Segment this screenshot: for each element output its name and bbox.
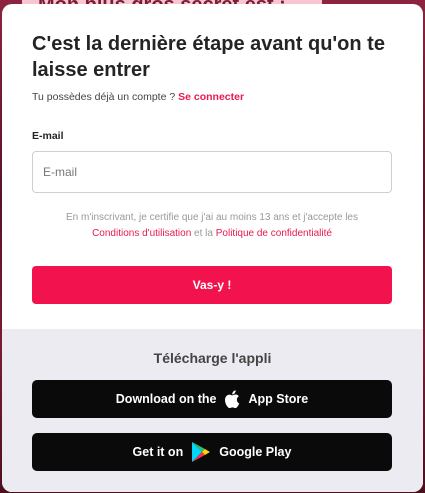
terms-link[interactable]: Conditions d'utilisation: [92, 228, 191, 239]
login-prompt-line: Tu possèdes déjà un compte ? Se connecte…: [32, 91, 244, 103]
google-play-prefix: Get it on: [132, 445, 184, 459]
app-store-name: App Store: [248, 392, 309, 406]
terms-text: En m'inscrivant, je certifie que j'ai au…: [32, 210, 392, 242]
app-store-prefix: Download on the: [115, 392, 217, 406]
submit-button[interactable]: Vas-y !: [32, 266, 392, 304]
signup-modal: C'est la dernière étape avant qu'on te l…: [2, 4, 423, 492]
google-play-icon: [191, 441, 211, 463]
app-download-section: Télécharge l'appli Download on the App S…: [2, 329, 423, 492]
terms-and: et la: [194, 228, 213, 239]
modal-title: C'est la dernière étape avant qu'on te l…: [32, 33, 385, 81]
app-store-button[interactable]: Download on the App Store: [32, 380, 392, 418]
terms-prefix: En m'inscrivant, je certifie que j'ai au…: [66, 212, 358, 223]
download-title: Télécharge l'appli: [153, 350, 272, 366]
google-play-button[interactable]: Get it on Google Play: [32, 433, 392, 471]
google-play-name: Google Play: [219, 445, 292, 459]
privacy-link[interactable]: Politique de confidentialité: [216, 228, 332, 239]
login-prompt-text: Tu possèdes déjà un compte ?: [32, 91, 176, 103]
login-link[interactable]: Se connecter: [178, 91, 244, 103]
apple-icon: [224, 390, 240, 408]
email-label: E-mail: [32, 130, 64, 142]
email-field[interactable]: [32, 151, 392, 193]
